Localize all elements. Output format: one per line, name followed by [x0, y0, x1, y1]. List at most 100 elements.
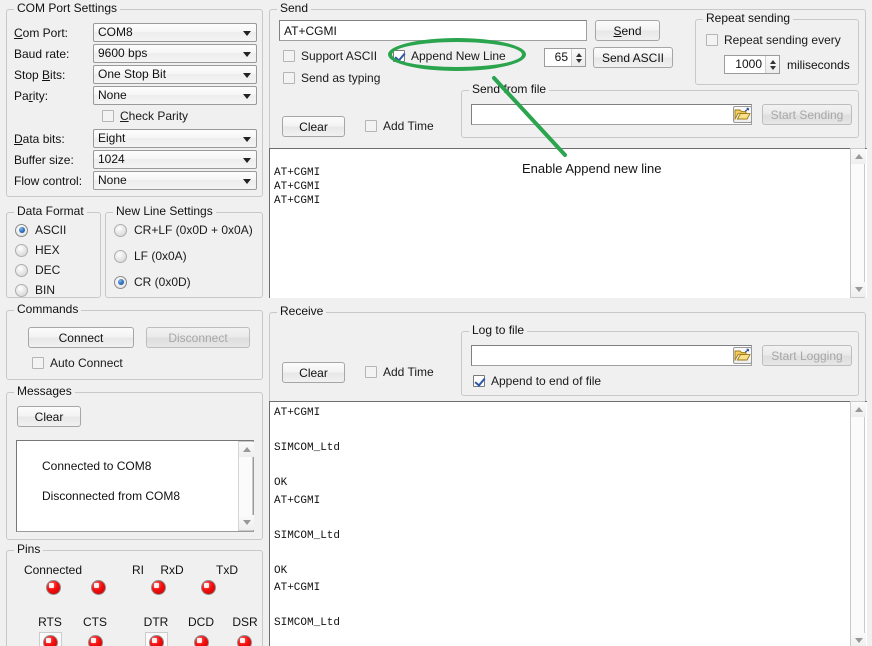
- send-file-path-input[interactable]: [471, 104, 752, 125]
- group-title-messages: Messages: [14, 385, 75, 398]
- send-command-input[interactable]: AT+CGMI: [279, 20, 587, 41]
- radio-label: BIN: [35, 283, 55, 297]
- checkbox-support-ascii[interactable]: Support ASCII: [283, 49, 377, 63]
- radio-data-format-dec[interactable]: DEC: [15, 263, 60, 277]
- ascii-code-spinner[interactable]: 65: [544, 48, 586, 67]
- start-logging-button[interactable]: Start Logging: [762, 345, 852, 366]
- checkbox-append-to-end-of-file[interactable]: Append to end of file: [473, 374, 601, 388]
- combo-data-bits[interactable]: Eight: [93, 129, 257, 148]
- checkbox-box: [32, 357, 44, 369]
- checkbox-repeat-sending-every-label: Repeat sending every: [724, 33, 841, 47]
- radio-data-format-hex[interactable]: HEX: [15, 243, 60, 257]
- disconnect-button[interactable]: Disconnect: [146, 327, 250, 348]
- group-receive: Receive Clear Add Time Log to file Start: [269, 312, 866, 646]
- radio-newline-cr[interactable]: CR (0x0D): [114, 275, 191, 289]
- receive-console[interactable]: AT+CGMI SIMCOM_Ltd OK AT+CGMI SIMCOM_Ltd…: [269, 401, 867, 646]
- scroll-down-icon[interactable]: [239, 515, 254, 530]
- start-sending-button[interactable]: Start Sending: [762, 104, 852, 125]
- send-ascii-button[interactable]: Send ASCII: [593, 47, 673, 68]
- send-button-label: Send: [613, 24, 641, 38]
- combo-parity-value: None: [98, 88, 127, 102]
- scroll-down-icon[interactable]: [851, 633, 866, 646]
- combo-buffer-size-value: 1024: [98, 152, 125, 166]
- checkbox-check-parity[interactable]: Check Parity: [102, 109, 188, 123]
- send-console-line-2: AT+CGMI: [274, 181, 320, 193]
- scrollbar-track[interactable]: [239, 457, 252, 515]
- send-console-scrollbar[interactable]: [850, 148, 865, 298]
- combo-flow-control[interactable]: None: [93, 171, 257, 190]
- chevron-down-icon: [243, 94, 251, 99]
- radio-dot: [15, 224, 28, 237]
- messages-line-1: Connected to COM8: [42, 459, 151, 473]
- radio-data-format-bin[interactable]: BIN: [15, 283, 55, 297]
- scroll-up-icon[interactable]: [239, 442, 254, 457]
- messages-scrollbar[interactable]: [238, 441, 253, 531]
- receive-console-scrollbar[interactable]: [850, 401, 865, 646]
- group-repeat-sending: Repeat sending Repeat sending every 1000…: [695, 19, 859, 85]
- checkbox-box: [283, 72, 295, 84]
- connect-button[interactable]: Connect: [28, 327, 134, 348]
- group-log-to-file: Log to file Start Logging Append to end …: [461, 331, 859, 396]
- radio-dot: [114, 276, 127, 289]
- spinner-buttons[interactable]: [571, 49, 585, 66]
- messages-listbox[interactable]: Connected to COM8 Disconnected from COM8: [16, 440, 254, 532]
- scroll-down-icon[interactable]: [851, 282, 866, 297]
- spinner-up-icon[interactable]: [576, 53, 582, 57]
- scrollbar-track[interactable]: [851, 417, 864, 633]
- checkbox-box: [473, 375, 485, 387]
- radio-dot: [15, 264, 28, 277]
- checkbox-receive-add-time[interactable]: Add Time: [365, 365, 434, 379]
- receive-console-text: AT+CGMI SIMCOM_Ltd OK AT+CGMI SIMCOM_Ltd…: [274, 407, 340, 646]
- messages-clear-button[interactable]: Clear: [17, 406, 81, 427]
- chevron-down-icon: [243, 137, 251, 142]
- checkbox-send-as-typing[interactable]: Send as typing: [283, 71, 380, 85]
- folder-open-icon[interactable]: [733, 347, 752, 364]
- checkbox-box: [365, 366, 377, 378]
- led-rxd: [151, 580, 166, 595]
- checkbox-send-add-time-label: Add Time: [383, 119, 434, 133]
- checkbox-repeat-sending-every[interactable]: Repeat sending every: [706, 33, 841, 47]
- scroll-up-icon[interactable]: [851, 149, 866, 164]
- spinner-down-icon[interactable]: [576, 59, 582, 63]
- radio-newline-crlf[interactable]: CR+LF (0x0D + 0x0A): [114, 223, 253, 237]
- combo-com-port[interactable]: COM8: [93, 23, 257, 42]
- radio-data-format-ascii[interactable]: ASCII: [15, 223, 66, 237]
- spinner-up-icon[interactable]: [770, 60, 776, 64]
- label-parity: Parity:: [14, 89, 48, 103]
- combo-stop-bits[interactable]: One Stop Bit: [93, 65, 257, 84]
- group-send: Send AT+CGMI Send Support ASCII Append N…: [269, 9, 866, 297]
- spinner-buttons[interactable]: [765, 56, 779, 73]
- led-ri: [91, 580, 106, 595]
- led-connected: [46, 580, 61, 595]
- led-dtr: [149, 635, 164, 646]
- combo-baud-rate[interactable]: 9600 bps: [93, 44, 257, 63]
- led-rts: [43, 635, 58, 646]
- combo-buffer-size[interactable]: 1024: [93, 150, 257, 169]
- checkbox-auto-connect-label: Auto Connect: [50, 356, 123, 370]
- radio-label: CR+LF (0x0D + 0x0A): [134, 223, 253, 237]
- send-button[interactable]: Send: [595, 20, 660, 41]
- chevron-down-icon: [243, 179, 251, 184]
- receive-clear-button[interactable]: Clear: [282, 362, 345, 383]
- checkbox-check-parity-label: Check Parity: [120, 109, 188, 123]
- pin-label-cts: CTS: [70, 615, 120, 629]
- messages-line-2: Disconnected from COM8: [42, 489, 180, 503]
- label-com-port: Com Port:: [14, 26, 68, 40]
- checkbox-auto-connect[interactable]: Auto Connect: [32, 356, 123, 370]
- combo-baud-rate-value: 9600 bps: [98, 46, 147, 60]
- send-clear-button[interactable]: Clear: [282, 116, 345, 137]
- combo-parity[interactable]: None: [93, 86, 257, 105]
- folder-open-glyph: [734, 348, 751, 363]
- checkbox-append-new-line[interactable]: Append New Line: [393, 49, 506, 63]
- checkbox-send-add-time[interactable]: Add Time: [365, 119, 434, 133]
- checkbox-support-ascii-label: Support ASCII: [301, 49, 377, 63]
- scrollbar-track[interactable]: [851, 164, 864, 282]
- folder-open-icon[interactable]: [733, 106, 752, 123]
- spinner-down-icon[interactable]: [770, 66, 776, 70]
- radio-newline-lf[interactable]: LF (0x0A): [114, 249, 187, 263]
- scroll-up-icon[interactable]: [851, 402, 866, 417]
- log-file-path-input[interactable]: [471, 345, 752, 366]
- repeat-interval-spinner[interactable]: 1000: [724, 55, 780, 74]
- combo-data-bits-value: Eight: [98, 131, 125, 145]
- checkbox-box: [102, 110, 114, 122]
